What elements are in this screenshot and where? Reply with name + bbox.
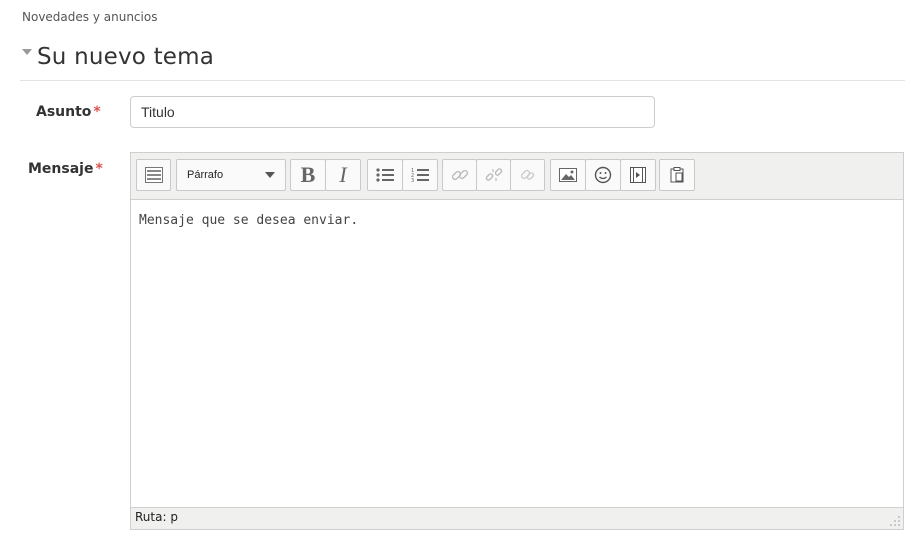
- section-header[interactable]: Su nuevo tema: [22, 44, 214, 70]
- divider: [20, 80, 905, 81]
- bold-button[interactable]: B: [290, 159, 326, 191]
- media-icon: [630, 167, 646, 183]
- toolbar-toggle-button[interactable]: [136, 159, 171, 191]
- editor-toolbar: Párrafo B I 1 2 3: [131, 153, 903, 200]
- format-select[interactable]: Párrafo: [176, 159, 286, 191]
- image-button[interactable]: [550, 159, 586, 191]
- message-label: Mensaje *: [28, 161, 103, 177]
- unlink-button[interactable]: [476, 159, 511, 191]
- toolbar-toggle-icon: [144, 167, 163, 183]
- required-mark: *: [93, 104, 101, 120]
- resize-grip-icon[interactable]: [889, 515, 901, 527]
- media-button[interactable]: [620, 159, 656, 191]
- anchor-button[interactable]: [510, 159, 545, 191]
- bold-icon: B: [300, 162, 316, 187]
- section-title: Su nuevo tema: [37, 44, 215, 70]
- italic-button[interactable]: I: [325, 159, 361, 191]
- chevron-down-icon: [265, 172, 275, 178]
- paste-button[interactable]: [659, 159, 695, 191]
- subject-label-text: Asunto: [36, 104, 92, 120]
- collapse-triangle-icon[interactable]: [22, 49, 32, 55]
- breadcrumb[interactable]: Novedades y anuncios: [22, 10, 157, 24]
- link-icon: [451, 169, 468, 181]
- anchor-icon: [520, 169, 534, 180]
- format-select-value: Párrafo: [187, 169, 224, 181]
- editor-statusbar: Ruta: p: [131, 507, 903, 529]
- emoticon-icon: [594, 166, 612, 184]
- numbered-list-icon: 1 2 3: [411, 168, 429, 183]
- bullet-list-button[interactable]: [367, 159, 403, 191]
- unlink-icon: [485, 168, 502, 181]
- svg-text:3: 3: [411, 178, 414, 183]
- subject-label: Asunto *: [36, 104, 101, 120]
- emoticon-button[interactable]: [585, 159, 621, 191]
- paste-icon: [670, 167, 684, 183]
- bullet-list-icon: [376, 168, 394, 182]
- subject-input[interactable]: [130, 96, 655, 128]
- editor-content[interactable]: Mensaje que se desea enviar.: [139, 213, 358, 228]
- element-path[interactable]: Ruta: p: [135, 510, 178, 524]
- rich-text-editor: Párrafo B I 1 2 3 Mensaje que se desea e…: [130, 152, 904, 530]
- link-button[interactable]: [442, 159, 477, 191]
- message-label-text: Mensaje: [28, 161, 94, 177]
- required-mark: *: [95, 161, 103, 177]
- italic-icon: I: [339, 162, 347, 187]
- image-icon: [559, 168, 577, 182]
- numbered-list-button[interactable]: 1 2 3: [402, 159, 438, 191]
